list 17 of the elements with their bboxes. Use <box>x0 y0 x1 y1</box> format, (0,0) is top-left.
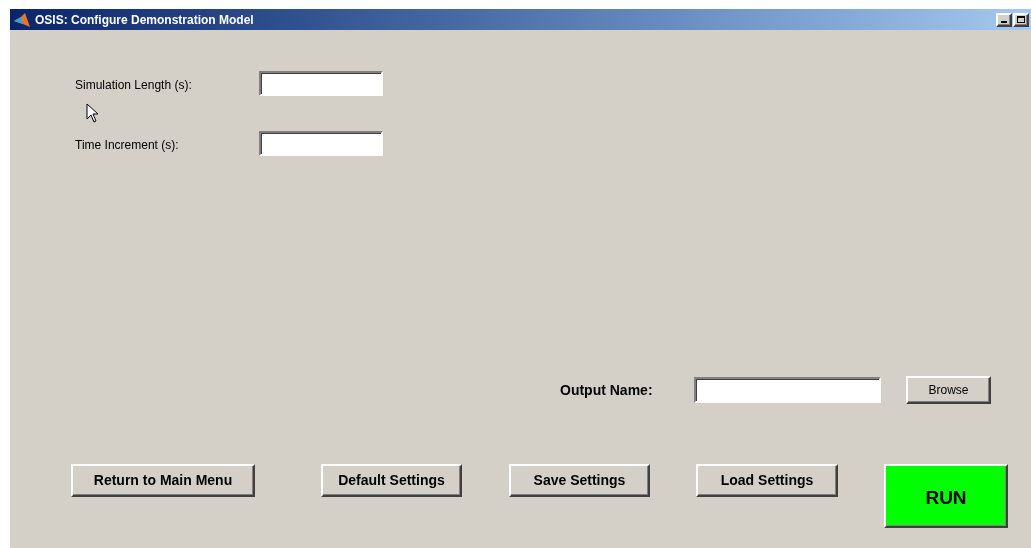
output-name-field[interactable] <box>694 377 881 403</box>
browse-button[interactable]: Browse <box>906 376 991 404</box>
field-label: Simulation Length (s): <box>75 76 193 94</box>
settings-button[interactable]: Load Settings <box>696 464 838 497</box>
input-field[interactable] <box>259 71 383 96</box>
settings-button[interactable]: Default Settings <box>321 464 462 497</box>
settings-button[interactable]: Save Settings <box>509 464 650 497</box>
field-label: Time Increment (s): <box>75 136 180 154</box>
input-field[interactable] <box>259 131 383 156</box>
logo-icon <box>13 11 31 28</box>
run-button[interactable]: RUN <box>884 464 1008 528</box>
window-title: OSIS: Configure Demonstration Model <box>35 11 254 29</box>
minimize-icon[interactable] <box>996 12 1012 27</box>
output-label: Output Name: <box>560 380 654 400</box>
settings-button[interactable]: Return to Main Menu <box>71 464 255 497</box>
maximize-icon[interactable] <box>1013 12 1029 27</box>
cursor-icon <box>86 103 100 124</box>
